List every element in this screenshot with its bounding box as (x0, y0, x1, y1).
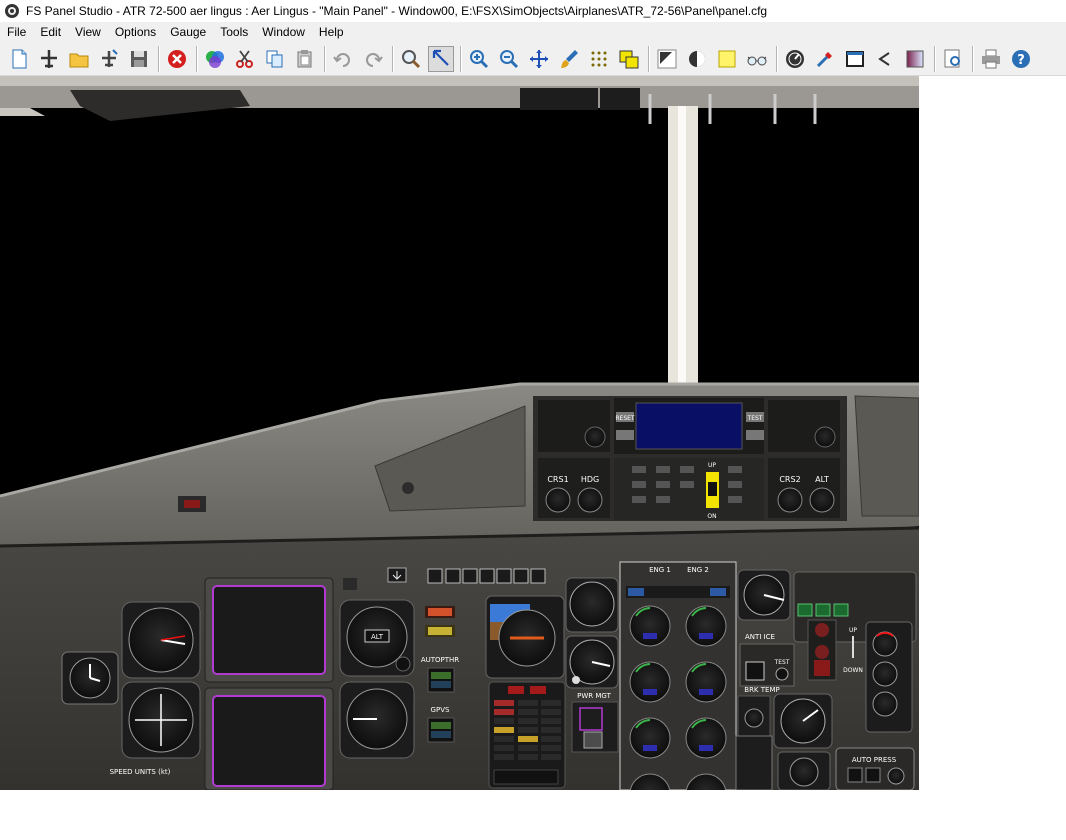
pwr-mgt-label: PWR MGT (577, 692, 611, 700)
test-label: TEST (747, 415, 763, 422)
gradient-icon[interactable] (902, 46, 928, 72)
menu-file[interactable]: File (0, 22, 33, 42)
menu-help[interactable]: Help (312, 22, 351, 42)
open-aircraft-icon[interactable] (96, 46, 122, 72)
brush-icon[interactable] (556, 46, 582, 72)
title-bar: FS Panel Studio - ATR 72-500 aer lingus … (0, 0, 1066, 22)
autopthr-label: AUTOPTHR (421, 656, 459, 664)
print-icon[interactable] (978, 46, 1004, 72)
colors-icon[interactable] (202, 46, 228, 72)
window-title: FS Panel Studio - ATR 72-500 aer lingus … (26, 4, 768, 18)
reset-label: RESET (615, 415, 635, 422)
new-aircraft-icon[interactable] (36, 46, 62, 72)
glasses-icon[interactable] (744, 46, 770, 72)
gauge-icon[interactable] (782, 46, 808, 72)
select-arrow-icon[interactable] (428, 45, 454, 72)
toolbar: ? (0, 42, 1066, 76)
toolbar-separator (934, 45, 936, 72)
gpvs-label: GPVS (431, 706, 450, 714)
eng2-label: ENG 2 (687, 566, 709, 574)
toolbar-separator (324, 45, 326, 72)
move-icon[interactable] (526, 46, 552, 72)
overhead-switches (520, 88, 640, 110)
help-icon[interactable]: ? (1008, 46, 1034, 72)
paste-icon[interactable] (292, 46, 318, 72)
panel-canvas[interactable]: RESET TEST CRS1 HDG CRS2 ALT UP ON ALT A… (0, 76, 919, 790)
layers-icon[interactable] (616, 46, 642, 72)
new-file-icon[interactable] (6, 46, 32, 72)
preview-icon[interactable] (940, 46, 966, 72)
menu-window[interactable]: Window (255, 22, 312, 42)
toolbar-separator (392, 45, 394, 72)
app-icon (5, 4, 19, 18)
menu-view[interactable]: View (68, 22, 108, 42)
toolbar-separator (776, 45, 778, 72)
nd-display (212, 695, 326, 787)
toolbar-separator (972, 45, 974, 72)
toolbar-separator (460, 45, 462, 72)
alt-label: ALT (371, 633, 384, 641)
gear-down-label: DOWN (843, 667, 863, 674)
crs1-label: CRS1 (547, 475, 568, 484)
back-icon[interactable] (872, 46, 898, 72)
menu-gauge[interactable]: Gauge (163, 22, 213, 42)
up-label: UP (708, 462, 716, 469)
fmc-screen (635, 402, 743, 450)
cockpit-panel-bitmap: RESET TEST CRS1 HDG CRS2 ALT UP ON ALT A… (0, 76, 919, 790)
menu-options[interactable]: Options (108, 22, 163, 42)
gear-up-label: UP (849, 627, 857, 634)
hdg-label: HDG (581, 475, 599, 484)
svg-text:?: ? (1017, 53, 1025, 68)
menu-edit[interactable]: Edit (33, 22, 68, 42)
toolbar-separator (196, 45, 198, 72)
save-icon[interactable] (126, 46, 152, 72)
undo-icon[interactable] (330, 46, 356, 72)
night-icon[interactable] (684, 46, 710, 72)
speed-units-label: SPEED UNITS (kt) (110, 768, 171, 776)
crs2-label: CRS2 (779, 475, 800, 484)
zoom-out-icon[interactable] (496, 46, 522, 72)
find-icon[interactable] (398, 46, 424, 72)
toolbar-separator (648, 45, 650, 72)
standby-alt (569, 581, 615, 627)
menu-bar: File Edit View Options Gauge Tools Windo… (0, 22, 1066, 42)
grid-icon[interactable] (586, 46, 612, 72)
copy-icon[interactable] (262, 46, 288, 72)
zoom-in-icon[interactable] (466, 46, 492, 72)
redo-icon[interactable] (360, 46, 386, 72)
pfd-display (212, 585, 326, 675)
auto-press-label: AUTO PRESS (852, 756, 897, 764)
dark-panel-icon[interactable] (654, 46, 680, 72)
close-red-icon[interactable] (164, 46, 190, 72)
anti-ice-label: ANTI ICE (745, 633, 775, 641)
toolbar-separator (158, 45, 160, 72)
test-label-2: TEST (774, 659, 790, 666)
brk-temp-label: BRK TEMP (744, 686, 779, 694)
tools-icon[interactable] (812, 46, 838, 72)
alt-label-fcu: ALT (815, 475, 829, 484)
yellow-frame-icon[interactable] (714, 46, 740, 72)
on-label: ON (707, 513, 716, 520)
cut-icon[interactable] (232, 46, 258, 72)
open-folder-icon[interactable] (66, 46, 92, 72)
menu-tools[interactable]: Tools (213, 22, 255, 42)
eng1-label: ENG 1 (649, 566, 671, 574)
window-icon[interactable] (842, 46, 868, 72)
